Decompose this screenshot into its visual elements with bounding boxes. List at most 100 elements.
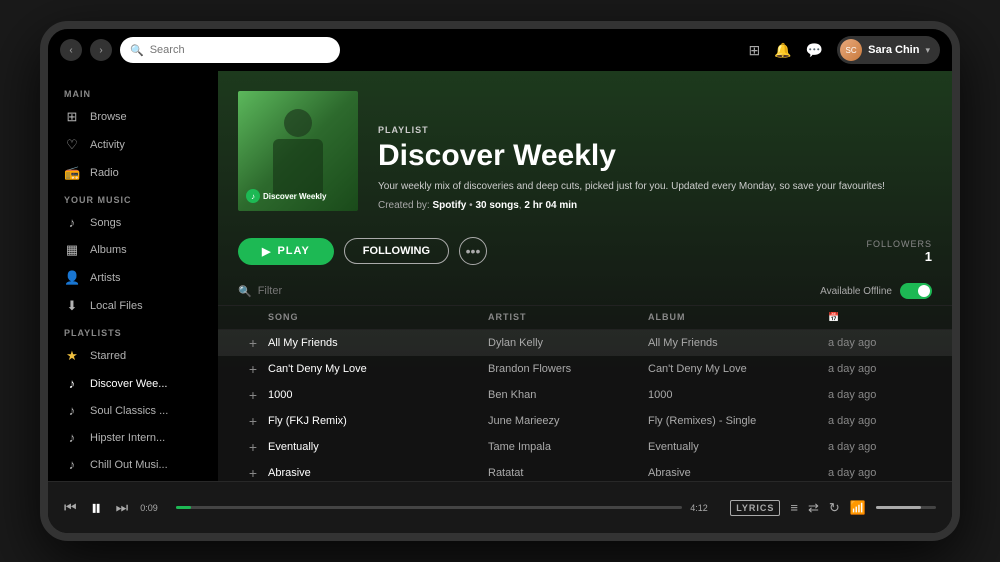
sidebar-item-activity[interactable]: ♡ Activity <box>48 131 218 159</box>
sidebar-item-songs[interactable]: ♪ Songs <box>48 209 218 236</box>
playlist-icon-soul: ♪ <box>64 403 80 418</box>
sidebar-item-albums[interactable]: ▦ Albums <box>48 236 218 264</box>
track-date: a day ago <box>828 363 928 375</box>
track-date: a day ago <box>828 389 928 401</box>
sidebar-item-starred[interactable]: ★ Starred <box>48 342 218 370</box>
avatar: SC <box>840 39 862 61</box>
volume-fill <box>876 506 921 509</box>
chat-icon[interactable]: 💬 <box>806 42 823 59</box>
track-duration: 5:19 <box>928 441 952 453</box>
songs-icon: ♪ <box>64 215 80 230</box>
track-name: 1000 <box>268 389 488 401</box>
track-date: a day ago <box>828 337 928 349</box>
filter-input[interactable] <box>258 285 400 297</box>
shuffle-icon[interactable]: ⇄ <box>808 500 819 516</box>
track-add-btn[interactable]: + <box>238 439 268 455</box>
play-button[interactable]: ▶ PLAY <box>238 238 334 265</box>
sidebar-item-radio[interactable]: 📻 Radio <box>48 159 218 187</box>
col-album: ALBUM <box>648 312 828 323</box>
followers-label: FOLLOWERS <box>866 239 932 249</box>
lyrics-button[interactable]: LYRICS <box>730 500 780 516</box>
sidebar-item-artists-label: Artists <box>90 272 121 284</box>
track-artist: Ratatat <box>488 467 648 479</box>
available-offline-section: Available Offline <box>820 283 932 299</box>
track-duration: 3:42 <box>928 363 952 375</box>
playlists-label: PLAYLISTS <box>48 320 218 342</box>
track-date: a day ago <box>828 441 928 453</box>
prev-button[interactable]: ⏮ <box>64 499 77 516</box>
playlist-title: Discover Weekly <box>378 139 932 172</box>
queue-icon[interactable]: ≡ <box>790 500 798 515</box>
sidebar-item-chill-out[interactable]: ♪ Chill Out Musi... <box>48 451 218 478</box>
username: Sara Chin <box>868 44 919 56</box>
sidebar-item-artists[interactable]: 👤 Artists <box>48 264 218 292</box>
sidebar-item-local-files-label: Local Files <box>90 300 143 312</box>
search-input[interactable] <box>150 44 330 56</box>
back-button[interactable]: ‹ <box>60 39 82 61</box>
track-row[interactable]: + Fly (FKJ Remix) June Marieezy Fly (Rem… <box>218 408 952 434</box>
your-music-label: YOUR MUSIC <box>48 187 218 209</box>
track-row[interactable]: + 1000 Ben Khan 1000 a day ago 2:54 <box>218 382 952 408</box>
track-album: Abrasive <box>648 467 828 479</box>
sidebar-item-soul-label: Soul Classics ... <box>90 405 168 417</box>
user-menu[interactable]: SC Sara Chin ▾ <box>837 36 940 64</box>
track-album: All My Friends <box>648 337 828 349</box>
tablet-frame: ‹ › 🔍 ⊞ 🔔 💬 SC Sara Chin ▾ MAIN <box>40 21 960 541</box>
sidebar: MAIN ⊞ Browse ♡ Activity 📻 Radio YOUR MU… <box>48 71 218 481</box>
play-icon: ▶ <box>262 245 271 258</box>
sidebar-item-local-files[interactable]: ⬇ Local Files <box>48 292 218 320</box>
track-artist: June Marieezy <box>488 415 648 427</box>
track-duration: 4:12 <box>928 415 952 427</box>
track-artist: Tame Impala <box>488 441 648 453</box>
col-artist: ARTIST <box>488 312 648 323</box>
sidebar-item-starred-label: Starred <box>90 350 126 362</box>
track-add-btn[interactable]: + <box>238 413 268 429</box>
total-time: 4:12 <box>690 503 718 513</box>
devices-icon[interactable]: 📶 <box>850 500 866 516</box>
track-name: Can't Deny My Love <box>268 363 488 375</box>
track-album: Can't Deny My Love <box>648 363 828 375</box>
bottom-player: ⏮ ⏸ ⏭ 0:09 4:12 LYRICS ≡ ⇄ ↻ 📶 <box>48 481 952 533</box>
playlist-song-count: 30 songs <box>475 200 518 211</box>
sidebar-item-browse[interactable]: ⊞ Browse <box>48 103 218 131</box>
sidebar-item-hipster[interactable]: ♪ Hipster Intern... <box>48 424 218 451</box>
follow-button[interactable]: FOLLOWING <box>344 238 449 264</box>
star-icon: ★ <box>64 348 80 364</box>
volume-bar[interactable] <box>876 506 936 509</box>
sidebar-item-discover-weekly[interactable]: ♪ Discover Wee... <box>48 370 218 397</box>
track-row[interactable]: + All My Friends Dylan Kelly All My Frie… <box>218 330 952 356</box>
track-row[interactable]: + Can't Deny My Love Brandon Flowers Can… <box>218 356 952 382</box>
track-artist: Dylan Kelly <box>488 337 648 349</box>
col-duration: ⏱ <box>928 312 952 323</box>
play-label: PLAY <box>277 245 309 257</box>
track-row[interactable]: + Abrasive Ratatat Abrasive a day ago 4:… <box>218 460 952 481</box>
playlist-creator: Spotify <box>432 200 466 211</box>
track-add-btn[interactable]: + <box>238 465 268 481</box>
track-add-btn[interactable]: + <box>238 335 268 351</box>
track-add-btn[interactable]: + <box>238 387 268 403</box>
playlist-icon-hipster: ♪ <box>64 430 80 445</box>
player-controls: ⏮ ⏸ ⏭ <box>64 495 128 521</box>
next-button[interactable]: ⏭ <box>116 499 129 516</box>
pause-button[interactable]: ⏸ <box>91 495 102 521</box>
track-artist: Brandon Flowers <box>488 363 648 375</box>
sidebar-item-soul-classics[interactable]: ♪ Soul Classics ... <box>48 397 218 424</box>
playlist-icon-discover: ♪ <box>64 376 80 391</box>
more-options-button[interactable]: ••• <box>459 237 487 265</box>
search-bar[interactable]: 🔍 <box>120 37 340 63</box>
progress-bar[interactable] <box>176 506 682 509</box>
forward-button[interactable]: › <box>90 39 112 61</box>
track-list: + All My Friends Dylan Kelly All My Frie… <box>218 330 952 481</box>
track-add-btn[interactable]: + <box>238 361 268 377</box>
track-album: Eventually <box>648 441 828 453</box>
local-files-icon: ⬇ <box>64 298 80 314</box>
playlist-icon-chill: ♪ <box>64 457 80 472</box>
track-name: Abrasive <box>268 467 488 479</box>
offline-toggle[interactable] <box>900 283 932 299</box>
track-row[interactable]: + Eventually Tame Impala Eventually a da… <box>218 434 952 460</box>
grid-icon[interactable]: ⊞ <box>749 42 761 59</box>
bell-icon[interactable]: 🔔 <box>774 42 791 59</box>
followers-section: FOLLOWERS 1 <box>866 239 932 264</box>
repeat-icon[interactable]: ↻ <box>829 500 840 516</box>
right-panel: ♪ Discover Weekly PLAYLIST Discover Week… <box>218 71 952 481</box>
